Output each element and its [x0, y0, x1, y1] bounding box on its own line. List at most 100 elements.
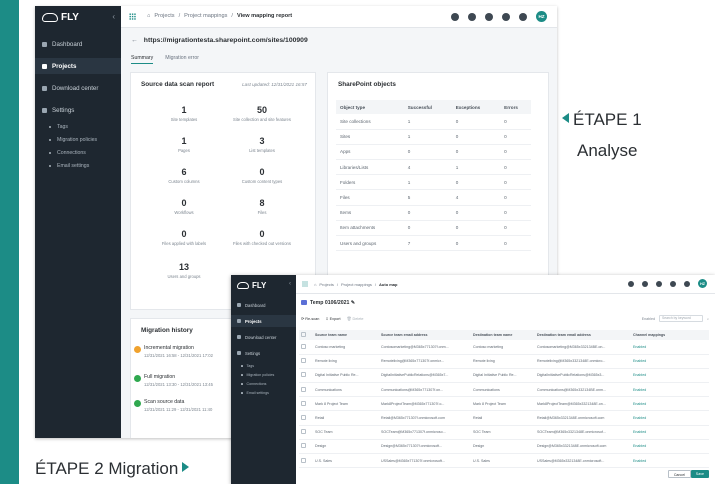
- sidebar-subitem-tags[interactable]: Tags: [49, 124, 68, 130]
- feedback-icon[interactable]: [656, 280, 662, 287]
- channel-mapping-link[interactable]: Enabled: [631, 368, 709, 384]
- row-checkbox[interactable]: [301, 415, 306, 421]
- fly-logo: FLY: [42, 12, 79, 23]
- table-row[interactable]: Mark 8 Project Team Mark8ProjectTeam@M365…: [299, 396, 709, 412]
- gear-icon: [42, 107, 47, 113]
- channel-mapping-link[interactable]: Enabled: [631, 453, 709, 469]
- home-icon[interactable]: ⌂: [314, 282, 316, 287]
- sidebar-item-dashboard[interactable]: Dashboard: [35, 36, 121, 52]
- sidebar-subitem-connections[interactable]: Connections: [241, 382, 267, 386]
- tab-migration-error[interactable]: Migration error: [165, 55, 199, 64]
- breadcrumb-projects[interactable]: Projects: [154, 13, 174, 19]
- row-checkbox[interactable]: [301, 400, 306, 406]
- sidebar-subitem-connections[interactable]: Connections: [49, 150, 86, 156]
- table-row[interactable]: Digital Initiative Public Re... DigitalIn…: [299, 368, 709, 384]
- filter-label[interactable]: Enabled: [642, 317, 655, 321]
- sidebar-subitem-migration-policies[interactable]: Migration policies: [49, 137, 97, 143]
- history-entry[interactable]: Scan source data 12/31/2021 11:29 - 12/31…: [134, 399, 212, 412]
- rescan-button[interactable]: ⟳ Re-scan: [301, 316, 319, 321]
- avatar[interactable]: HZ: [536, 11, 547, 22]
- export-button[interactable]: ⇩ Export: [325, 316, 340, 321]
- tabs: Summary Migration error: [131, 55, 199, 64]
- table-row[interactable]: U.S. Sales USSales@M365x771307f.onmicroso…: [299, 453, 709, 469]
- bell-icon[interactable]: [628, 280, 634, 287]
- help-icon[interactable]: [642, 280, 648, 287]
- home-icon[interactable]: ⌂: [147, 13, 150, 19]
- table-row: Apps 0 0 0: [336, 144, 531, 161]
- sidebar-item-download-center[interactable]: Download center: [231, 331, 296, 343]
- feedback-icon[interactable]: [485, 12, 493, 21]
- sidebar-subitem-tags[interactable]: Tags: [241, 364, 255, 368]
- warning-icon: [134, 346, 141, 353]
- row-checkbox[interactable]: [301, 358, 306, 364]
- breadcrumb-project-mappings[interactable]: Project mappings: [184, 13, 227, 19]
- history-entry[interactable]: Full migration 12/31/2021 13:30 - 12/31/2…: [134, 374, 213, 387]
- last-updated: Last updated: 12/31/2021 16:57: [242, 82, 307, 87]
- sidebar-item-dashboard[interactable]: Dashboard: [231, 299, 296, 311]
- collapse-icon[interactable]: ‹: [112, 12, 115, 21]
- table-row[interactable]: Contoso marketing Contosomarketing@M365x7…: [299, 340, 709, 355]
- check-circle-icon: [134, 375, 141, 382]
- channel-mapping-link[interactable]: Enabled: [631, 410, 709, 426]
- search-icon[interactable]: ⌕: [707, 317, 709, 321]
- sidebar-item-projects[interactable]: Projects: [231, 315, 296, 327]
- channel-mapping-link[interactable]: Enabled: [631, 354, 709, 369]
- sidebar-item-settings[interactable]: Settings: [231, 347, 296, 359]
- row-checkbox[interactable]: [301, 372, 306, 378]
- delete-button[interactable]: 🗑 Delete: [347, 316, 364, 321]
- sidebar-subitem-email-settings[interactable]: Email settings: [49, 163, 89, 169]
- table-row[interactable]: Design Design@M365x771307f.onmicrosoft...…: [299, 439, 709, 455]
- stat-pages: 1 Pages: [178, 136, 190, 153]
- channel-mapping-link[interactable]: Enabled: [631, 439, 709, 455]
- table-row: Item attachments 0 0 0: [336, 220, 531, 237]
- stat-workflows: 0 Workflows: [174, 198, 194, 215]
- channel-mapping-link[interactable]: Enabled: [631, 382, 709, 398]
- history-entry[interactable]: Incremental migration 12/31/2021 16:58 - …: [134, 345, 213, 358]
- back-arrow-icon[interactable]: ←: [131, 37, 138, 44]
- download-icon: [237, 335, 241, 339]
- table-row[interactable]: Remote living Remoteliving@M365x771307f.o…: [299, 354, 709, 369]
- support-icon[interactable]: [684, 280, 690, 287]
- auto-map-window: FLY ‹ Dashboard Projects Download center…: [231, 275, 715, 484]
- channel-mapping-link[interactable]: Enabled: [631, 340, 709, 355]
- breadcrumb-project-mappings[interactable]: Project mappings: [341, 282, 372, 287]
- sharepoint-objects-title: SharePoint objects: [338, 81, 396, 88]
- table-row: Files 5 4 0: [336, 189, 531, 206]
- channel-mapping-link[interactable]: Enabled: [631, 396, 709, 412]
- row-checkbox[interactable]: [301, 457, 306, 463]
- row-checkbox[interactable]: [301, 443, 306, 449]
- sidebar-item-projects[interactable]: Projects: [35, 58, 121, 74]
- gauge-icon: [42, 41, 47, 47]
- cloud-icon: [237, 282, 249, 289]
- cancel-button[interactable]: Cancel: [667, 470, 691, 478]
- sidebar-subitem-migration-policies[interactable]: Migration policies: [241, 373, 275, 377]
- tab-summary[interactable]: Summary: [131, 55, 154, 64]
- channel-mapping-link[interactable]: Enabled: [631, 425, 709, 440]
- save-button[interactable]: Save: [690, 470, 709, 478]
- sidebar-subitem-email-settings[interactable]: Email settings: [241, 391, 269, 395]
- help-icon[interactable]: [468, 12, 476, 21]
- row-checkbox[interactable]: [301, 386, 306, 392]
- sidebar-item-settings[interactable]: Settings: [35, 102, 121, 118]
- filter-area: Enabled Search by keyword ⌕: [642, 315, 709, 322]
- select-all-checkbox[interactable]: [301, 332, 306, 337]
- table-row[interactable]: Retail Retail@M365x771307f.onmicrosoft.co…: [299, 410, 709, 426]
- row-checkbox[interactable]: [301, 429, 306, 435]
- row-checkbox[interactable]: [301, 343, 306, 349]
- table-row[interactable]: Communications Communications@M365x771307…: [299, 382, 709, 398]
- table-row[interactable]: SOC Team SOCTeam@M365x771307f.onmicroso..…: [299, 425, 709, 440]
- edit-icon[interactable]: ✎: [351, 300, 355, 306]
- search-input[interactable]: Search by keyword: [658, 315, 703, 322]
- settings-icon[interactable]: [502, 12, 510, 21]
- header-icons: HZ: [451, 11, 547, 22]
- app-grid-icon[interactable]: [302, 281, 308, 287]
- settings-icon[interactable]: [670, 280, 676, 287]
- app-grid-icon[interactable]: [129, 13, 136, 20]
- collapse-icon[interactable]: ‹: [289, 281, 291, 287]
- stat-users-and-groups: 13 Users and groups: [167, 262, 201, 279]
- sidebar-item-download-center[interactable]: Download center: [35, 80, 121, 96]
- bell-icon[interactable]: [451, 12, 459, 21]
- breadcrumb-projects[interactable]: Projects: [319, 282, 333, 287]
- avatar[interactable]: HZ: [698, 279, 707, 288]
- support-icon[interactable]: [519, 12, 527, 21]
